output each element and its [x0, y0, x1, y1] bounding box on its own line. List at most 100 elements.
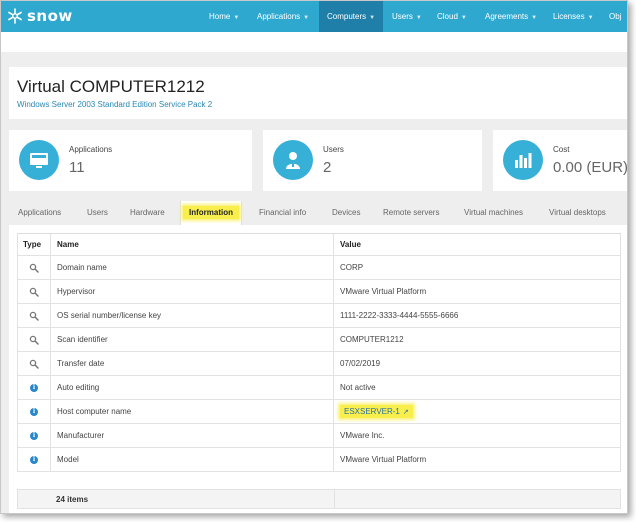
- tab-information[interactable]: Information: [180, 201, 242, 225]
- chevron-down-icon: ▼: [303, 15, 310, 21]
- row-type-cell: i: [17, 400, 50, 423]
- row-type-cell: i: [17, 448, 50, 471]
- row-value-cell: VMware Inc.: [333, 424, 621, 447]
- chevron-down-icon: ▼: [587, 15, 594, 21]
- table-row[interactable]: i Auto editing Not active: [17, 376, 621, 400]
- nav-item-computers[interactable]: Computers ▼: [319, 1, 384, 32]
- external-link-icon: ↗: [402, 409, 409, 416]
- nav-item-label: Cloud: [437, 12, 458, 21]
- top-nav: snow Home ▼ Applications ▼ Computers ▼ User…: [1, 1, 627, 32]
- search-icon: [29, 359, 39, 369]
- column-header-type[interactable]: Type: [17, 234, 50, 255]
- computer-header: Virtual COMPUTER1212 Windows Server 2003…: [9, 67, 627, 119]
- row-name-cell: Transfer date: [50, 352, 333, 375]
- nav-item-objects[interactable]: Obj: [609, 1, 621, 32]
- tab-applications[interactable]: Applications: [18, 201, 61, 225]
- sub-nav-band: [1, 32, 627, 52]
- chevron-down-icon: ▼: [369, 15, 376, 21]
- stat-icon-circle: [19, 140, 59, 180]
- info-icon: i: [30, 455, 38, 464]
- stat-value: 2: [323, 159, 332, 176]
- row-value-cell: VMware Virtual Platform: [333, 448, 621, 471]
- stat-label: Cost: [553, 145, 570, 154]
- row-type-cell: [17, 328, 50, 351]
- tab-devices[interactable]: Devices: [332, 201, 360, 225]
- info-icon: i: [30, 431, 38, 440]
- table-row[interactable]: Transfer date 07/02/2019: [17, 352, 621, 376]
- nav-item-agreements[interactable]: Agreements ▼: [485, 1, 537, 32]
- table-row[interactable]: OS serial number/license key 1111-2222-33…: [17, 304, 621, 328]
- tab-virtual-desktops[interactable]: Virtual desktops: [549, 201, 606, 225]
- stat-card-cost[interactable]: Cost 0.00 (EUR): [493, 130, 628, 191]
- table-row[interactable]: Scan identifier COMPUTER1212: [17, 328, 621, 352]
- host-computer-link[interactable]: ESXSERVER-1 ↗: [340, 405, 413, 418]
- column-header-value[interactable]: Value: [333, 234, 621, 255]
- nav-item-cloud[interactable]: Cloud ▼: [437, 1, 467, 32]
- stat-card-users[interactable]: Users 2: [263, 130, 482, 191]
- row-type-cell: i: [17, 376, 50, 399]
- row-name-cell: OS serial number/license key: [50, 304, 333, 327]
- search-icon: [29, 311, 39, 321]
- nav-item-label: Users: [392, 12, 413, 21]
- table-row[interactable]: i Host computer name ESXSERVER-1 ↗: [17, 400, 621, 424]
- tab-hardware[interactable]: Hardware: [130, 201, 165, 225]
- row-name-cell: Domain name: [50, 256, 333, 279]
- logo-text: snow: [27, 7, 73, 25]
- tab-virtual-machines[interactable]: Virtual machines: [464, 201, 523, 225]
- nav-item-applications[interactable]: Applications ▼: [257, 1, 309, 32]
- search-icon: [29, 287, 39, 297]
- table-row[interactable]: i Model VMware Virtual Platform: [17, 448, 621, 472]
- nav-item-licenses[interactable]: Licenses ▼: [553, 1, 594, 32]
- row-value-cell: VMware Virtual Platform: [333, 280, 621, 303]
- row-value-cell: Not active: [333, 376, 621, 399]
- nav-item-home[interactable]: Home ▼: [209, 1, 239, 32]
- row-value-cell: 07/02/2019: [333, 352, 621, 375]
- row-type-cell: i: [17, 424, 50, 447]
- column-divider: [334, 490, 335, 508]
- table-row[interactable]: i Manufacturer VMware Inc.: [17, 424, 621, 448]
- stat-value: 11: [69, 159, 85, 176]
- row-name-cell: Hypervisor: [50, 280, 333, 303]
- row-type-cell: [17, 280, 50, 303]
- table-row[interactable]: Hypervisor VMware Virtual Platform: [17, 280, 621, 304]
- row-name-cell: Host computer name: [50, 400, 333, 423]
- stat-icon-circle: [503, 140, 543, 180]
- table-footer: 24 items: [17, 489, 621, 509]
- table-row[interactable]: Domain name CORP: [17, 256, 621, 280]
- row-value-cell: CORP: [333, 256, 621, 279]
- stat-value: 0.00 (EUR): [553, 159, 628, 176]
- chevron-down-icon: ▼: [531, 15, 538, 21]
- information-table-card: Type Name Value Domain name CORP Hyperviso…: [9, 225, 627, 513]
- info-icon: i: [30, 407, 38, 416]
- os-link[interactable]: Windows Server 2003 Standard Edition Ser…: [17, 100, 212, 109]
- row-type-cell: [17, 304, 50, 327]
- user-icon: [286, 152, 300, 169]
- tab-remote-servers[interactable]: Remote servers: [383, 201, 439, 225]
- tab-users[interactable]: Users: [87, 201, 108, 225]
- item-count: 24 items: [56, 495, 89, 504]
- logo[interactable]: snow: [7, 6, 73, 26]
- nav-item-users[interactable]: Users ▼: [392, 1, 422, 32]
- app-window: snow Home ▼ Applications ▼ Computers ▼ User…: [0, 0, 628, 514]
- page-title: Virtual COMPUTER1212: [17, 77, 205, 96]
- nav-item-label: Obj: [609, 12, 622, 21]
- stat-label: Applications: [69, 145, 113, 154]
- column-header-name[interactable]: Name: [50, 234, 333, 255]
- tab-financial-info[interactable]: Financial info: [259, 201, 306, 225]
- nav-item-label: Agreements: [485, 12, 529, 21]
- tab-information-label: Information: [183, 206, 239, 219]
- chevron-down-icon: ▼: [415, 15, 422, 21]
- monitor-icon: [30, 153, 48, 168]
- nav-item-label: Home: [209, 12, 231, 21]
- row-value-cell[interactable]: ESXSERVER-1 ↗: [333, 400, 621, 423]
- nav-item-label: Licenses: [553, 12, 585, 21]
- information-table: Type Name Value Domain name CORP Hyperviso…: [17, 233, 621, 472]
- bar-chart-icon: [515, 153, 532, 168]
- stat-icon-circle: [273, 140, 313, 180]
- search-icon: [29, 335, 39, 345]
- row-name-cell: Auto editing: [50, 376, 333, 399]
- row-name-cell: Model: [50, 448, 333, 471]
- table-header-row: Type Name Value: [17, 234, 621, 256]
- stat-card-applications[interactable]: Applications 11: [9, 130, 252, 191]
- row-name-cell: Scan identifier: [50, 328, 333, 351]
